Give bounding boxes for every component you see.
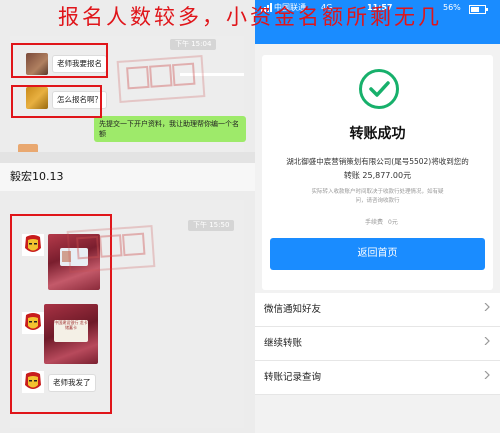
menu-item-continue-transfer[interactable]: 继续转账	[255, 327, 500, 361]
amount-line: 转账 25,877.00元	[343, 171, 412, 180]
time-badge: 下午 15:04	[170, 39, 217, 50]
highlight-box	[11, 43, 108, 78]
chat-screenshots-panel: 下午 15:04 老师我要报名 怎么报名啊？ 先提交一下开户资料，我让助理帮你编…	[0, 0, 255, 433]
chevron-right-icon	[484, 337, 490, 345]
reply-bubble: 先提交一下开户资料，我让助理帮你编一个名额	[94, 116, 246, 142]
success-card: 转账成功 湖北御盛中宸营销策划有限公司(尾号5502)将收到您的 转账 25,8…	[262, 55, 493, 290]
menu-item-notify-friends[interactable]: 微信通知好友	[255, 293, 500, 327]
menu-item-label: 微信通知好友	[264, 304, 322, 315]
chevron-right-icon	[484, 303, 490, 311]
success-title: 转账成功	[349, 126, 406, 142]
contact-name: 毅宏10.13	[10, 170, 64, 183]
highlight-box	[11, 85, 102, 118]
menu-item-label: 转账记录查询	[264, 372, 322, 383]
transfer-success-screen: 中国联通 4G 11:57 56% 转账成功 湖北御盛中宸营销策划有限公司(尾号…	[255, 0, 500, 433]
chat-header: 毅宏10.13	[0, 163, 255, 191]
divider	[180, 73, 244, 76]
fee-value: 0元	[388, 219, 398, 226]
headline: 报名人数较多，小资金名额所剩无几	[58, 5, 442, 29]
note-line: 实际转入收款账户时间取决于收款行处理情况，如有疑	[311, 189, 444, 195]
time-badge: 下午 15:50	[188, 220, 235, 231]
recipient-line: 湖北御盛中宸营销策划有限公司(尾号5502)将收到您的	[286, 157, 469, 166]
back-home-button[interactable]: 返回首页	[270, 238, 485, 270]
highlight-box	[10, 214, 112, 414]
menu-item-label: 继续转账	[264, 338, 303, 349]
menu-item-transfer-records[interactable]: 转账记录查询	[255, 361, 500, 395]
chevron-right-icon	[484, 371, 490, 379]
success-check-icon	[359, 69, 399, 109]
note-line: 问，请咨询收款行	[355, 198, 400, 204]
fee-label: 手续费	[365, 219, 384, 226]
